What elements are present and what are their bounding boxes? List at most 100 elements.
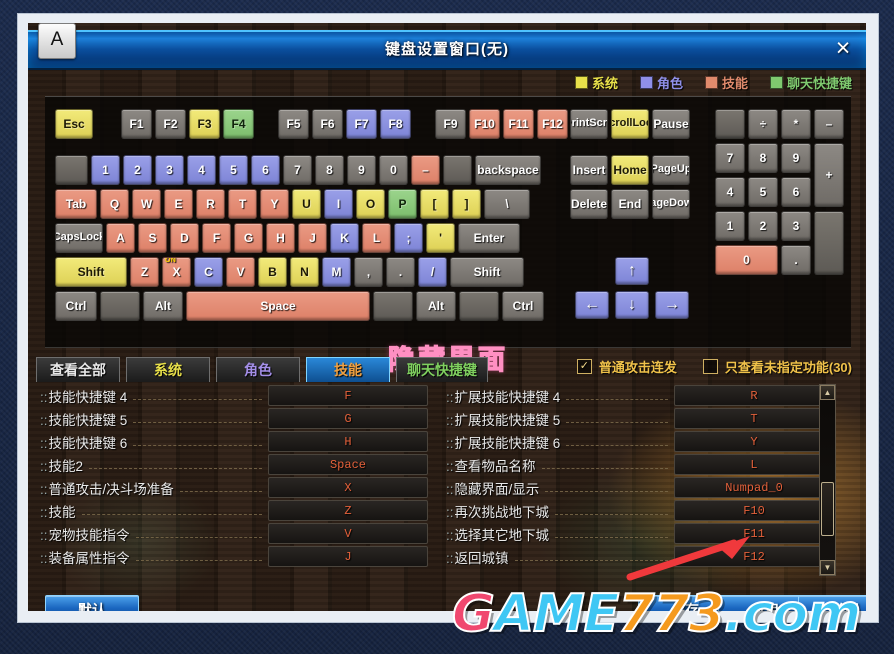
key-home[interactable]: Home (611, 155, 649, 185)
key-ctrl[interactable]: Ctrl (502, 291, 544, 321)
key-9[interactable]: 9 (781, 143, 811, 173)
key-3[interactable]: 3 (781, 211, 811, 241)
binding-key-value[interactable]: Space (268, 454, 428, 475)
key-shift[interactable]: Shift (450, 257, 524, 287)
key-_[interactable]: ÷ (748, 109, 778, 139)
key-5[interactable]: 5 (748, 177, 778, 207)
key-_[interactable]: ↓ (615, 291, 649, 319)
key-m[interactable]: M (322, 257, 351, 287)
key-scroll_lock[interactable]: ScrollLock (611, 109, 649, 139)
key-_[interactable]: – (411, 155, 440, 185)
binding-key-value[interactable]: L (674, 454, 834, 475)
key-f2[interactable]: F2 (155, 109, 186, 139)
key-l[interactable]: L (362, 223, 391, 253)
tab-1[interactable]: 系统 (126, 357, 210, 382)
key-h[interactable]: H (266, 223, 295, 253)
key-0[interactable]: 0 (379, 155, 408, 185)
key-6[interactable]: 6 (781, 177, 811, 207)
key-_[interactable]: ← (575, 291, 609, 319)
key-f4[interactable]: F4 (223, 109, 254, 139)
key-9[interactable]: 9 (347, 155, 376, 185)
scroll-up-icon[interactable]: ▲ (820, 385, 835, 400)
key-f12[interactable]: F12 (537, 109, 568, 139)
key-5[interactable]: 5 (219, 155, 248, 185)
key-_[interactable]: \ (484, 189, 530, 219)
binding-key-value[interactable]: F11 (674, 523, 834, 544)
key-k[interactable]: K (330, 223, 359, 253)
key-c[interactable]: C (194, 257, 223, 287)
key-8[interactable]: 8 (748, 143, 778, 173)
tab-3[interactable]: 技能 (306, 357, 390, 382)
key-end[interactable]: End (611, 189, 649, 219)
key-pause[interactable]: Pause (652, 109, 690, 139)
key-page_down[interactable]: PageDown (652, 189, 690, 219)
binding-key-value[interactable]: F10 (674, 500, 834, 521)
key-y[interactable]: Y (260, 189, 289, 219)
binding-key-value[interactable]: J (268, 546, 428, 567)
key-f6[interactable]: F6 (312, 109, 343, 139)
binding-key-value[interactable]: R (674, 385, 834, 406)
binding-key-value[interactable]: T (674, 408, 834, 429)
default-button[interactable]: 默认 (45, 595, 139, 611)
key-p[interactable]: P (388, 189, 417, 219)
key-4[interactable]: 4 (187, 155, 216, 185)
key-1[interactable]: 1 (91, 155, 120, 185)
scroll-down-icon[interactable]: ▼ (820, 560, 835, 575)
key-f[interactable]: F (202, 223, 231, 253)
key-_[interactable]: . (386, 257, 415, 287)
key-3[interactable]: 3 (155, 155, 184, 185)
key-8[interactable]: 8 (315, 155, 344, 185)
list-scrollbar[interactable]: ▲ ▼ (819, 384, 836, 576)
key-space[interactable]: Space (186, 291, 370, 321)
key-x[interactable]: X ON (162, 257, 191, 287)
key-page_up[interactable]: PageUp (652, 155, 690, 185)
key-alt[interactable]: Alt (143, 291, 183, 321)
tab-2[interactable]: 角色 (216, 357, 300, 382)
close-icon[interactable]: × (828, 34, 858, 64)
key-f11[interactable]: F11 (503, 109, 534, 139)
key-7[interactable]: 7 (283, 155, 312, 185)
key-a[interactable]: A (106, 223, 135, 253)
key-_[interactable]: ' (426, 223, 455, 253)
key-_[interactable]: , (354, 257, 383, 287)
key-f1[interactable]: F1 (121, 109, 152, 139)
binding-key-value[interactable]: Numpad_0 (674, 477, 834, 498)
key-q[interactable]: Q (100, 189, 129, 219)
key-_[interactable]: ; (394, 223, 423, 253)
key-caps_lock[interactable]: Caps Lock (55, 223, 103, 253)
key-_[interactable]: – (814, 109, 844, 139)
key-2[interactable]: 2 (748, 211, 778, 241)
key-_[interactable]: → (655, 291, 689, 319)
key-s[interactable]: S (138, 223, 167, 253)
key-r[interactable]: R (196, 189, 225, 219)
key-o[interactable]: O (356, 189, 385, 219)
tab-4[interactable]: 聊天快捷键 (396, 357, 488, 382)
key-4[interactable]: 4 (715, 177, 745, 207)
key-print_scrn[interactable]: PrintScrn (570, 109, 608, 139)
key-_[interactable]: . (781, 245, 811, 275)
key-f7[interactable]: F7 (346, 109, 377, 139)
key-insert[interactable]: Insert (570, 155, 608, 185)
scroll-thumb[interactable] (821, 482, 834, 536)
key-_[interactable]: ] (452, 189, 481, 219)
key-shift[interactable]: Shift (55, 257, 127, 287)
binding-key-value[interactable]: H (268, 431, 428, 452)
key-_[interactable]: + (814, 143, 844, 207)
key-_[interactable]: [ (420, 189, 449, 219)
key-_[interactable]: * (781, 109, 811, 139)
key-i[interactable]: I (324, 189, 353, 219)
binding-key-value[interactable]: Z (268, 500, 428, 521)
binding-key-value[interactable]: Y (674, 431, 834, 452)
key-f5[interactable]: F5 (278, 109, 309, 139)
key-esc[interactable]: Esc (55, 109, 93, 139)
key-tab[interactable]: Tab (55, 189, 97, 219)
key-backspace[interactable]: backspace (475, 155, 541, 185)
binding-key-value[interactable]: F12 (674, 546, 834, 567)
key-j[interactable]: J (298, 223, 327, 253)
tab-0[interactable]: 查看全部 (36, 357, 120, 382)
binding-key-value[interactable]: G (268, 408, 428, 429)
key-f3[interactable]: F3 (189, 109, 220, 139)
key-delete[interactable]: Delete (570, 189, 608, 219)
key-t[interactable]: T (228, 189, 257, 219)
key-f10[interactable]: F10 (469, 109, 500, 139)
